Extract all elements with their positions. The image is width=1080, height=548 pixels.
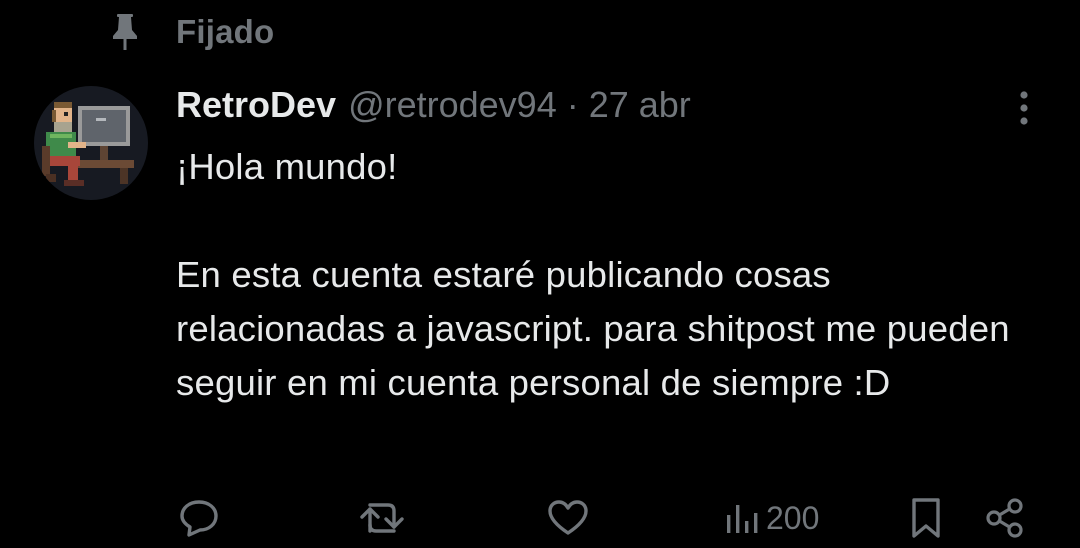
more-icon	[1019, 90, 1029, 126]
post-date[interactable]: 27 abr	[589, 84, 691, 126]
bookmark-icon	[908, 496, 944, 540]
views-button[interactable]: 200	[724, 496, 819, 540]
post-text: ¡Hola mundo! En esta cuenta estaré publi…	[176, 146, 1010, 403]
share-button[interactable]	[984, 496, 1026, 540]
separator-dot: ·	[566, 84, 579, 125]
pin-icon	[108, 12, 142, 52]
views-count: 200	[766, 499, 820, 536]
like-icon	[546, 497, 590, 539]
reply-icon	[178, 497, 220, 539]
repost-icon	[358, 497, 406, 539]
user-handle[interactable]: @retrodev94	[348, 84, 557, 126]
like-button[interactable]	[546, 496, 590, 540]
pinned-indicator: Fijado	[108, 10, 274, 54]
avatar[interactable]	[34, 86, 148, 200]
more-options-button[interactable]	[1006, 88, 1042, 128]
post-header: RetroDev @retrodev94 · 27 abr	[176, 82, 691, 128]
pinned-post[interactable]: Fijado RetroDev @retrodev94 · 27 abr ¡Ho…	[0, 0, 1080, 548]
views-icon	[724, 497, 760, 539]
share-icon	[984, 497, 1026, 539]
repost-button[interactable]	[358, 496, 406, 540]
pinned-label: Fijado	[176, 13, 275, 50]
bookmark-button[interactable]	[908, 496, 944, 540]
display-name[interactable]: RetroDev	[176, 84, 336, 126]
reply-button[interactable]	[178, 496, 220, 540]
